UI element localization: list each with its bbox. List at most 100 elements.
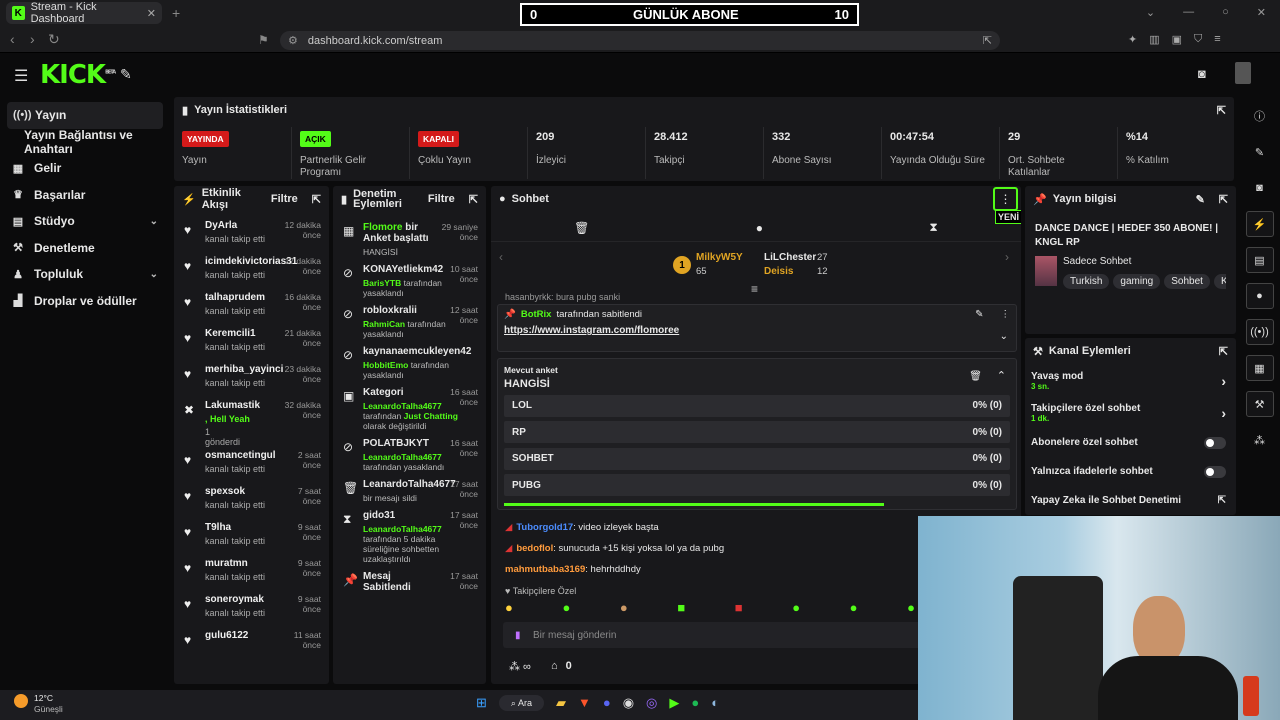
bolt-icon[interactable]: ⚡ <box>1245 211 1274 237</box>
mod-subject[interactable]: robloxkralii <box>363 305 417 316</box>
ai-moderation-row[interactable]: Yapay Zeka ile Sohbet Denetimi ⇱ <box>1025 486 1236 515</box>
slow-mode-row[interactable]: Yavaş mod 3 sn. › <box>1025 364 1236 398</box>
emote-icon[interactable]: ● <box>907 600 915 615</box>
mod-actor[interactable]: BarisYTB <box>363 278 401 288</box>
emote-icon[interactable]: ● <box>792 600 800 615</box>
file-explorer-icon[interactable]: ▰ <box>556 695 566 711</box>
document-icon[interactable]: ▤ <box>1245 247 1274 273</box>
sidebar-item-basarilar[interactable]: ♛ Başarılar <box>0 182 170 209</box>
mod-subject[interactable]: gido31 <box>363 510 395 521</box>
mod-actor[interactable]: LeanardoTalha4677 <box>363 401 442 411</box>
mod-subject[interactable]: POLATBJKYT <box>363 438 429 449</box>
mod-actor[interactable]: RahmiCan <box>363 319 405 329</box>
wallet-icon[interactable]: ▣ <box>1172 33 1182 46</box>
reload-icon[interactable]: ↻ <box>48 31 60 48</box>
popout-icon[interactable]: ⇱ <box>312 193 321 206</box>
minimize-icon[interactable]: — <box>1183 6 1194 19</box>
forward-icon[interactable]: › <box>30 31 35 47</box>
popout-icon[interactable]: ⇱ <box>1219 193 1228 206</box>
url-field[interactable]: ⚙ dashboard.kick.com/stream ⇱ <box>280 31 1000 50</box>
info-icon[interactable]: ⓘ <box>1246 103 1274 129</box>
emotes-only-toggle[interactable] <box>1204 465 1226 478</box>
share-icon[interactable]: ⇱ <box>983 34 992 47</box>
taskbar-search[interactable]: ⌕ Ara <box>498 695 544 711</box>
close-window-icon[interactable]: ✕ <box>1257 6 1266 19</box>
subscribers-only-toggle[interactable] <box>1204 436 1226 449</box>
mod-actor[interactable]: LeanardoTalha4677 <box>363 452 442 462</box>
chat-username[interactable]: bedoflol <box>516 543 553 554</box>
emote-icon[interactable]: ● <box>505 600 513 615</box>
avatar[interactable] <box>1235 62 1251 84</box>
mod-actor[interactable]: HANGİSİ <box>363 247 398 257</box>
pinned-by[interactable]: BotRix <box>521 309 552 320</box>
popout-icon[interactable]: ⇱ <box>469 193 478 206</box>
followers-only-row[interactable]: Takipçilere özel sohbet 1 dk. › <box>1025 398 1236 428</box>
mod-actor[interactable]: bir mesajı sildi <box>363 493 417 503</box>
unpin-icon[interactable]: ✎ <box>975 309 983 320</box>
emote-icon[interactable]: ● <box>562 600 570 615</box>
channel-points-icon[interactable]: ⁂ ∞ <box>509 660 531 673</box>
mod-subject[interactable]: Mesaj Sabitlendi <box>363 571 411 593</box>
brave-icon[interactable]: ▼ <box>578 695 591 711</box>
app-icon[interactable]: ◎ <box>646 695 657 711</box>
emote-icon[interactable]: ● <box>850 600 858 615</box>
community-icon[interactable]: ⁂ <box>1246 427 1274 453</box>
vr-headset-icon[interactable]: ◙ <box>1198 66 1206 81</box>
mod-subject[interactable]: Flomore <box>363 222 402 233</box>
filter-button[interactable]: Filtre <box>271 193 298 205</box>
hamburger-menu-icon[interactable]: ☰ <box>14 66 28 86</box>
site-info-icon[interactable]: ⚙ <box>288 34 298 47</box>
mod-actor[interactable]: HobbitEmo <box>363 360 408 370</box>
menu-icon[interactable]: ≡ <box>1214 33 1220 46</box>
pencil-icon[interactable]: ✎ <box>1246 139 1274 165</box>
category-name[interactable]: Sadece Sohbet <box>1063 256 1226 267</box>
back-icon[interactable]: ‹ <box>10 31 15 47</box>
mod-subject[interactable]: KONAYetliekm42 <box>363 264 443 275</box>
sidebar-item-yayin[interactable]: ((•)) Yayın <box>7 102 163 129</box>
more-icon[interactable]: ⋮ <box>1001 309 1011 320</box>
edit-icon[interactable]: ✎ <box>1196 193 1205 206</box>
sidebar-toggle-icon[interactable]: ▥ <box>1149 33 1159 46</box>
spotify-icon[interactable]: ● <box>691 695 699 711</box>
filter-button[interactable]: Filtre <box>428 193 455 205</box>
camera-icon[interactable]: ◙ <box>1246 175 1274 201</box>
kick-logo[interactable]: KICKBETA <box>40 60 116 90</box>
obs-icon[interactable]: ◉ <box>623 695 634 711</box>
sidebar-item-gelir[interactable]: ▦ Gelir <box>0 155 170 182</box>
chevron-down-icon[interactable]: ⌄ <box>1000 331 1008 342</box>
mod-subject[interactable]: Kategori <box>363 387 404 398</box>
wrench-icon[interactable]: ⚒ <box>1245 391 1274 417</box>
mod-actor[interactable]: LeanardoTalha4677 <box>363 524 442 534</box>
mod-subject[interactable]: kaynanaemcukleyen42 <box>363 346 471 357</box>
weather-temp[interactable]: 12°C <box>34 693 53 703</box>
chat-more-button[interactable]: ⋮ <box>993 187 1018 211</box>
leader-name[interactable]: Deisis <box>764 266 793 277</box>
emote-icon[interactable]: ■ <box>677 600 685 615</box>
shield-icon[interactable]: ▦ <box>1245 355 1274 381</box>
popout-icon[interactable]: ⇱ <box>1219 345 1228 358</box>
windows-start-icon[interactable]: ⊞ <box>476 695 487 711</box>
chevron-up-icon[interactable]: ⌃ <box>997 369 1006 382</box>
sidebar-item-studyo[interactable]: ▤ Stüdyo ⌄ <box>0 208 170 235</box>
bookmark-icon[interactable]: ⚑ <box>258 33 269 47</box>
discord-icon[interactable]: ● <box>603 695 611 711</box>
maximize-icon[interactable]: ○ <box>1222 6 1229 19</box>
chat-icon[interactable]: ● <box>1245 283 1274 309</box>
mic-icon[interactable]: ▮ <box>515 630 521 641</box>
kick-app-icon[interactable]: ▶ <box>669 695 679 711</box>
trash-icon[interactable]: 🗑 <box>969 371 982 382</box>
chevron-left-icon[interactable]: ‹ <box>499 250 503 264</box>
emote-icon[interactable]: ● <box>620 600 628 615</box>
chevron-right-icon[interactable]: › <box>1005 250 1009 264</box>
store-button[interactable]: ⌂ 0 <box>551 660 572 672</box>
emote-icon[interactable]: ■ <box>735 600 743 615</box>
chat-username[interactable]: Tuborgold17 <box>516 522 573 533</box>
close-tab-icon[interactable]: ✕ <box>147 7 156 20</box>
sidebar-item-stream-key[interactable]: Yayın Bağlantısı ve Anahtarı <box>0 128 170 156</box>
chevron-down-icon[interactable]: ⌄ <box>1146 6 1155 19</box>
popout-icon[interactable]: ⇱ <box>1217 104 1226 117</box>
new-tab-icon[interactable]: + <box>172 5 180 21</box>
broadcast-icon[interactable]: ((•)) <box>1245 319 1274 345</box>
browser-tab[interactable]: K Stream - Kick Dashboard ✕ <box>6 1 162 25</box>
sidebar-item-droplar[interactable]: ▟ Droplar ve ödüller <box>0 288 170 315</box>
